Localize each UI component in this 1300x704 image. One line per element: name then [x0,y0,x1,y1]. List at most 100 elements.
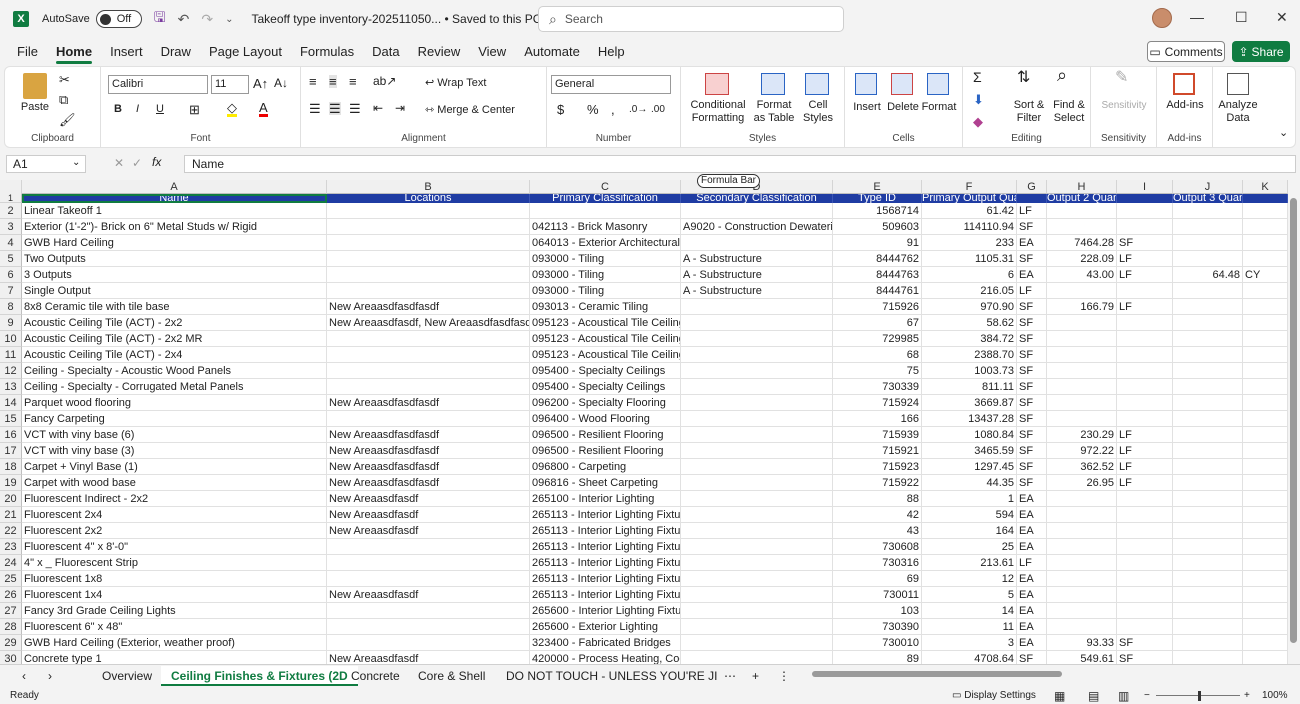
table-cell[interactable] [1243,395,1288,411]
analyze-data-button[interactable]: Analyze Data [1213,99,1263,125]
table-cell[interactable] [327,251,530,267]
header-cell-a[interactable]: Name [22,194,327,203]
row-header[interactable]: 12 [0,363,22,379]
redo-icon[interactable]: ↷ [201,11,213,28]
table-cell[interactable] [1243,203,1288,219]
horizontal-scroll-thumb[interactable] [812,671,1062,677]
table-cell[interactable]: Acoustic Ceiling Tile (ACT) - 2x2 [22,315,327,331]
table-cell[interactable]: New Areaasdfasdf [327,651,530,664]
insert-cells-icon[interactable] [855,73,877,95]
table-cell[interactable] [1047,587,1117,603]
table-cell[interactable] [1173,587,1243,603]
table-cell[interactable]: New Areaasdfasdfasdf [327,459,530,475]
table-cell[interactable]: SF [1017,251,1047,267]
table-cell[interactable] [1173,203,1243,219]
table-cell[interactable] [1117,283,1173,299]
table-cell[interactable]: 4" x _ Fluorescent Strip [22,555,327,571]
table-cell[interactable]: New Areaasdfasdfasdf [327,299,530,315]
table-cell[interactable]: 64.48 [1173,267,1243,283]
table-cell[interactable] [1173,491,1243,507]
bold-icon[interactable]: B [114,103,122,116]
number-format-select[interactable]: General [551,75,671,94]
table-cell[interactable]: 44.35 [922,475,1017,491]
collapse-ribbon-icon[interactable]: ⌄ [1279,127,1288,140]
table-cell[interactable]: 096200 - Specialty Flooring [530,395,681,411]
table-cell[interactable] [1117,395,1173,411]
table-cell[interactable] [1243,411,1288,427]
table-cell[interactable]: SF [1017,459,1047,475]
header-cell-h[interactable]: Output 2 Quantity [1047,194,1117,203]
table-cell[interactable]: SF [1017,315,1047,331]
table-cell[interactable]: 42 [833,507,922,523]
table-cell[interactable] [1173,651,1243,664]
row-header[interactable]: 14 [0,395,22,411]
table-cell[interactable] [681,235,833,251]
table-cell[interactable] [1173,411,1243,427]
table-cell[interactable] [1173,347,1243,363]
column-header-j[interactable]: J [1173,180,1243,194]
header-cell-e[interactable]: Type ID [833,194,922,203]
table-cell[interactable]: SF [1017,299,1047,315]
table-cell[interactable] [1047,539,1117,555]
table-cell[interactable] [1173,571,1243,587]
table-cell[interactable]: New Areaasdfasdf [327,523,530,539]
table-cell[interactable]: SF [1017,395,1047,411]
table-cell[interactable]: New Areaasdfasdf, New Areaasdfasdfasd [327,315,530,331]
table-cell[interactable]: CY [1243,267,1288,283]
table-cell[interactable]: 1003.73 [922,363,1017,379]
align-top-icon[interactable]: ≡ [309,75,317,88]
column-header-f[interactable]: F [922,180,1017,194]
table-cell[interactable]: 12 [922,571,1017,587]
tab-view[interactable]: View [469,38,515,66]
cut-icon[interactable]: ✂ [59,73,70,86]
find-icon[interactable]: ⌕ [1057,66,1067,84]
table-cell[interactable] [1047,379,1117,395]
row-header[interactable]: 27 [0,603,22,619]
table-cell[interactable] [327,619,530,635]
table-cell[interactable]: A - Substructure [681,283,833,299]
table-cell[interactable]: LF [1117,251,1173,267]
row-header[interactable]: 7 [0,283,22,299]
table-cell[interactable]: 730608 [833,539,922,555]
align-middle-icon[interactable]: ≡ [329,75,337,88]
table-cell[interactable] [1117,603,1173,619]
row-header[interactable]: 20 [0,491,22,507]
underline-icon[interactable]: U [156,103,164,116]
row-header[interactable]: 10 [0,331,22,347]
tab-automate[interactable]: Automate [515,38,589,66]
table-cell[interactable]: SF [1017,427,1047,443]
table-cell[interactable]: EA [1017,603,1047,619]
fill-color-icon[interactable]: ◇ [227,101,237,117]
align-right-icon[interactable]: ☰ [349,102,361,115]
format-as-table-button[interactable]: Format as Table [751,99,797,125]
table-cell[interactable]: EA [1017,635,1047,651]
row-header[interactable]: 23 [0,539,22,555]
table-cell[interactable]: 096400 - Wood Flooring [530,411,681,427]
row-header[interactable]: 22 [0,523,22,539]
table-cell[interactable]: 164 [922,523,1017,539]
table-cell[interactable]: Linear Takeoff 1 [22,203,327,219]
analyze-data-icon[interactable] [1227,73,1249,95]
table-cell[interactable] [1243,379,1288,395]
table-cell[interactable]: VCT with viny base (3) [22,443,327,459]
table-cell[interactable]: SF [1017,411,1047,427]
table-cell[interactable] [1047,219,1117,235]
table-cell[interactable] [1117,411,1173,427]
table-cell[interactable] [1243,491,1288,507]
column-header-g[interactable]: G [1017,180,1047,194]
cell-styles-icon[interactable] [805,73,829,95]
currency-icon[interactable]: $ [557,103,564,116]
table-cell[interactable] [681,379,833,395]
table-cell[interactable]: VCT with viny base (6) [22,427,327,443]
page-break-view-icon[interactable]: ▥ [1118,688,1129,704]
tab-data[interactable]: Data [363,38,408,66]
table-cell[interactable] [1243,347,1288,363]
table-cell[interactable] [1173,539,1243,555]
table-cell[interactable] [1047,619,1117,635]
row-header[interactable]: 21 [0,507,22,523]
header-cell-b[interactable]: Locations [327,194,530,203]
table-cell[interactable] [681,651,833,664]
merge-center-button[interactable]: ⇿ Merge & Center [425,104,515,117]
cancel-icon[interactable]: ✕ [114,156,124,170]
table-cell[interactable] [1173,363,1243,379]
